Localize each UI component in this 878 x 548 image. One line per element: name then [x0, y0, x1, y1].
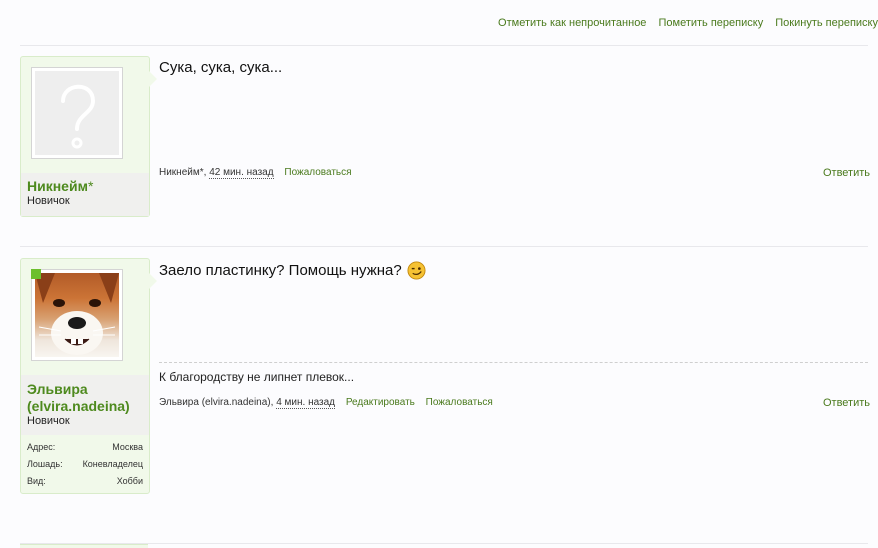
post-time[interactable]: 4 мин. назад	[276, 397, 336, 409]
username-link[interactable]: Эльвира (elvira.nadeina)	[21, 381, 149, 415]
message-text: Заело пластинку? Помощь нужна?	[159, 261, 426, 280]
mark-conversation-link[interactable]: Пометить переписку	[659, 17, 764, 29]
message-post: Никнейм* Новичок Сука, сука, сука... Ник…	[20, 56, 878, 217]
reply-button[interactable]: Ответить	[823, 397, 870, 409]
username-link[interactable]: Никнейм*	[21, 178, 149, 195]
fox-photo-icon	[35, 273, 119, 355]
report-link[interactable]: Пожаловаться	[284, 167, 351, 178]
message-meta: Эльвира (elvira.nadeina), 4 мин. назад Р…	[159, 397, 493, 409]
author-name: Эльвира (elvira.nadeina),	[159, 397, 274, 408]
author-name: Никнейм*,	[159, 167, 207, 178]
conversation-actions: Отметить как непрочитанное Пометить пере…	[489, 17, 878, 31]
divider	[20, 246, 868, 247]
reply-button[interactable]: Ответить	[823, 167, 870, 179]
online-indicator	[31, 269, 41, 279]
user-rank: Новичок	[27, 415, 70, 427]
edit-link[interactable]: Редактировать	[346, 397, 415, 408]
avatar[interactable]	[31, 67, 123, 159]
mark-unread-link[interactable]: Отметить как непрочитанное	[498, 17, 646, 29]
leave-conversation-link[interactable]: Покинуть переписку	[775, 17, 878, 29]
user-field-kind: Вид: Хобби	[27, 476, 143, 486]
question-mark-icon	[61, 84, 96, 149]
message-text: Сука, сука, сука...	[159, 59, 283, 76]
message-post: Эльвира (elvira.nadeina) Новичок Адрес: …	[20, 258, 878, 498]
user-rank: Новичок	[27, 195, 70, 207]
user-field-horse: Лошадь: Коневладелец	[27, 459, 143, 469]
signature-separator	[159, 362, 868, 363]
user-info: Никнейм* Новичок	[21, 173, 149, 216]
message-meta: Никнейм*, 42 мин. назад Пожаловаться	[159, 167, 352, 179]
avatar[interactable]	[31, 269, 123, 361]
user-field-address: Адрес: Москва	[27, 442, 143, 452]
report-link[interactable]: Пожаловаться	[426, 397, 493, 408]
user-card: Никнейм* Новичок	[20, 56, 157, 217]
user-card: Эльвира (elvira.nadeina) Новичок Адрес: …	[20, 258, 157, 494]
divider	[20, 45, 868, 46]
user-extra-fields: Адрес: Москва Лошадь: Коневладелец Вид: …	[21, 439, 149, 490]
next-user-card	[20, 544, 148, 548]
post-time[interactable]: 42 мин. назад	[209, 167, 274, 179]
signature-text: К благородству не липнет плевок...	[159, 370, 355, 384]
wink-smiley-icon	[407, 261, 426, 280]
user-info: Эльвира (elvira.nadeina) Новичок	[21, 375, 149, 435]
